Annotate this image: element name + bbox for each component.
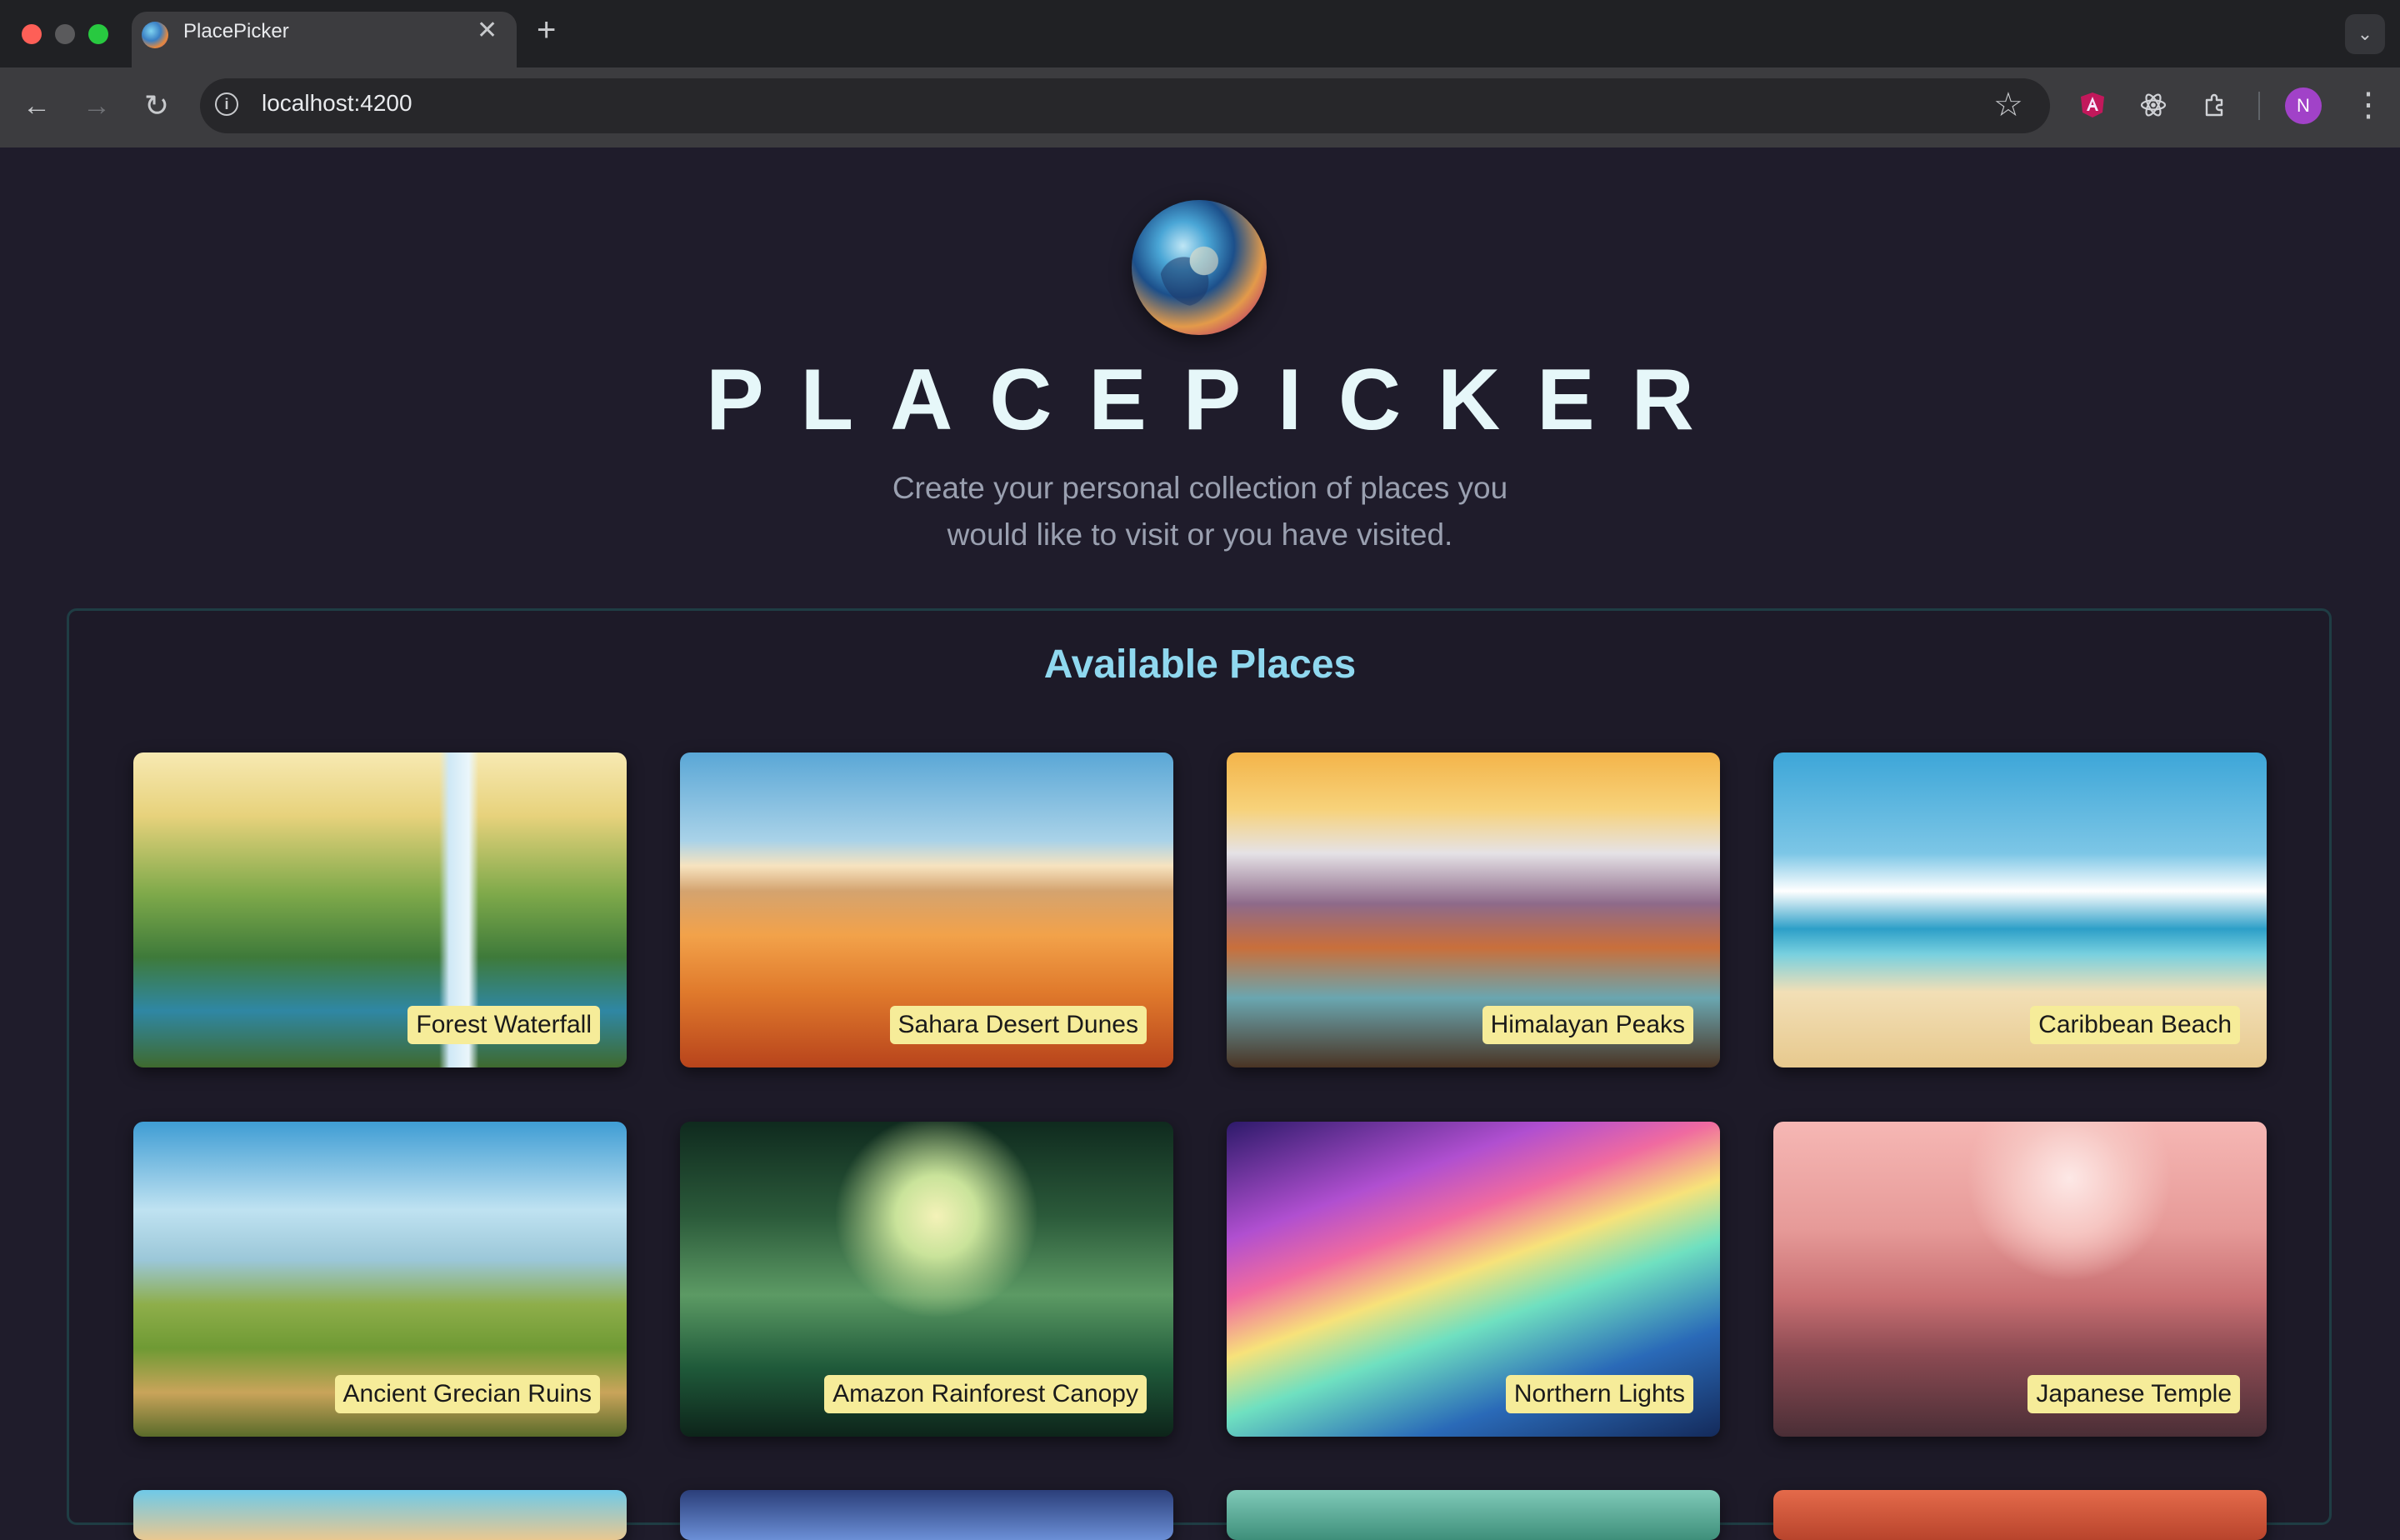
place-card-forest-waterfall[interactable]: Forest Waterfall: [133, 752, 627, 1068]
available-places-heading: Available Places: [1043, 642, 1357, 687]
maximize-window-button[interactable]: [88, 24, 108, 44]
place-title: Japanese Temple: [2028, 1375, 2240, 1413]
profile-avatar[interactable]: N: [2285, 88, 2322, 124]
toolbar-divider: [2258, 92, 2260, 120]
bookmark-star-icon[interactable]: ☆: [1993, 87, 2023, 123]
place-card-ancient-grecian-ruins[interactable]: Ancient Grecian Ruins: [133, 1122, 627, 1437]
place-title: Sahara Desert Dunes: [889, 1006, 1147, 1044]
place-title: Amazon Rainforest Canopy: [824, 1375, 1147, 1413]
place-card-sahara-desert-dunes[interactable]: Sahara Desert Dunes: [680, 752, 1173, 1068]
place-card-caribbean-beach[interactable]: Caribbean Beach: [1773, 752, 2267, 1068]
angular-devtools-icon[interactable]: [2078, 90, 2108, 120]
react-devtools-icon[interactable]: [2138, 90, 2168, 120]
minimize-window-button[interactable]: [55, 24, 75, 44]
place-card-partial[interactable]: [1773, 1490, 2267, 1540]
place-card-japanese-temple[interactable]: Japanese Temple: [1773, 1122, 2267, 1437]
place-card-amazon-rainforest-canopy[interactable]: Amazon Rainforest Canopy: [680, 1122, 1173, 1437]
url-text[interactable]: localhost:4200: [262, 90, 412, 117]
place-card-northern-lights[interactable]: Northern Lights: [1227, 1122, 1720, 1437]
place-title: Northern Lights: [1505, 1375, 1693, 1413]
logo-continents: [1160, 223, 1240, 307]
place-title: Ancient Grecian Ruins: [334, 1375, 600, 1413]
back-arrow-icon[interactable]: ←: [17, 86, 57, 126]
place-card-partial[interactable]: [133, 1490, 627, 1540]
place-card-partial[interactable]: [680, 1490, 1173, 1540]
tab-search-chevron-icon[interactable]: ⌄: [2345, 14, 2385, 54]
reload-icon[interactable]: ↻: [137, 86, 177, 126]
place-title: Caribbean Beach: [2030, 1006, 2240, 1044]
extensions-puzzle-icon[interactable]: [2200, 90, 2230, 120]
place-title: Himalayan Peaks: [1482, 1006, 1693, 1044]
place-card-partial[interactable]: [1227, 1490, 1720, 1540]
place-title: Forest Waterfall: [408, 1006, 600, 1044]
app-subtitle: Create your personal collection of place…: [892, 471, 1508, 552]
browser-menu-icon[interactable]: ⋮: [2352, 85, 2385, 125]
tab-title: PlacePicker: [183, 20, 289, 42]
tab-close-icon[interactable]: ✕: [477, 18, 498, 43]
address-bar[interactable]: [200, 78, 2050, 133]
new-tab-button[interactable]: +: [537, 13, 556, 47]
close-window-button[interactable]: [22, 24, 42, 44]
globe-favicon-icon: [142, 22, 168, 48]
site-info-icon[interactable]: i: [215, 92, 238, 116]
place-card-himalayan-peaks[interactable]: Himalayan Peaks: [1227, 752, 1720, 1068]
forward-arrow-icon[interactable]: →: [77, 86, 117, 126]
app-title: PLACEPICKER: [706, 352, 1731, 448]
